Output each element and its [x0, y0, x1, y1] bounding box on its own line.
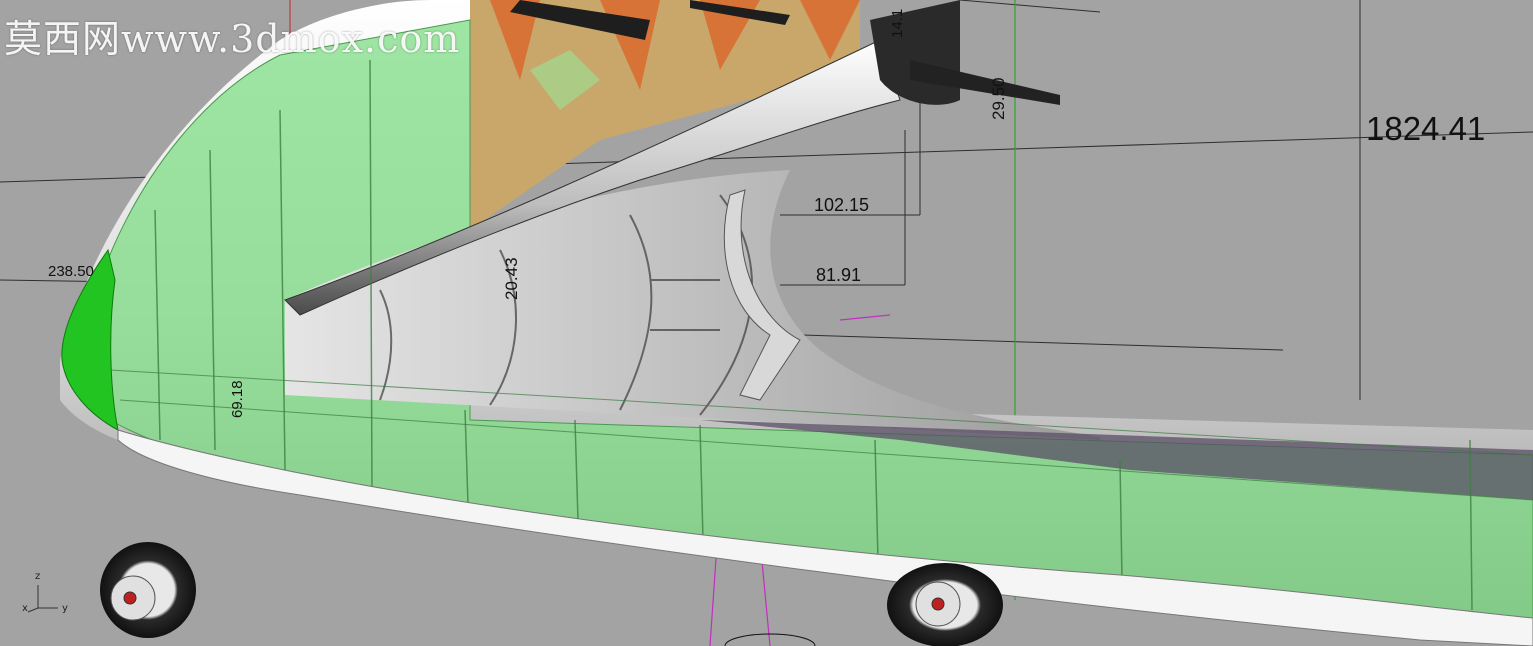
axis-gizmo	[27, 585, 58, 613]
dimension-102-15: 102.15	[814, 195, 870, 215]
dimension-81-91: 81.91	[816, 265, 862, 285]
dimension-238-50: 238.50	[48, 263, 94, 280]
dimension-29-50: 29.50	[989, 77, 1008, 120]
left-wheel	[100, 542, 196, 638]
axis-z-label: z	[35, 571, 41, 582]
dimension-14-1: 14.1	[889, 8, 906, 38]
rhino-viewport[interactable]: 莫西网www.3dmox.com 1824.41 102.15 81.91 23…	[0, 0, 1533, 646]
watermark: 莫西网www.3dmox.com	[4, 17, 461, 61]
axis-y-label: y	[62, 603, 68, 614]
dimension-69-18: 69.18	[229, 380, 246, 418]
axis-x-label: x	[22, 603, 28, 614]
right-wheel	[887, 563, 1003, 646]
dimension-20-43: 20.43	[502, 257, 521, 300]
dimension-1824-41: 1824.41	[1366, 110, 1486, 147]
fuselage-model	[0, 0, 1533, 646]
